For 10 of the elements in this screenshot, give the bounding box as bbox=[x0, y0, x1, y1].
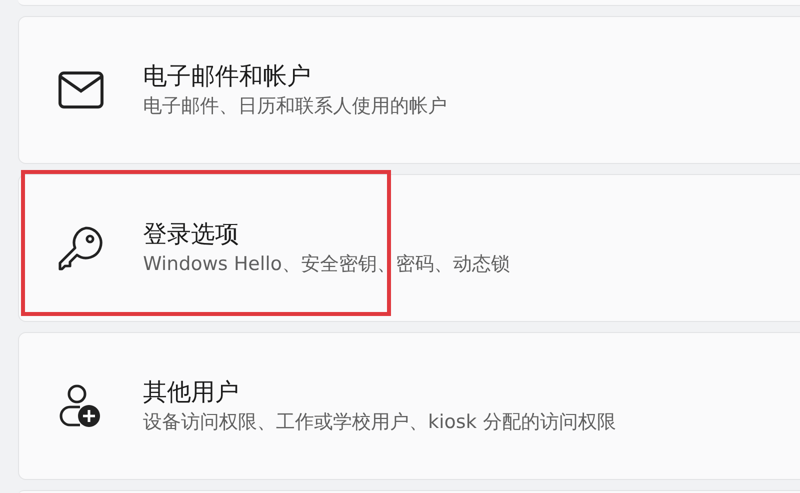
settings-card[interactable]: 其他用户 设备访问权限、工作或学校用户、kiosk 分配的访问权限 bbox=[18, 332, 800, 480]
key-icon bbox=[58, 225, 104, 271]
card-title: 其他用户 bbox=[143, 377, 240, 408]
settings-card[interactable]: 电子邮件和帐户 电子邮件、日历和联系人使用的帐户 bbox=[18, 16, 800, 164]
card-description: 电子邮件、日历和联系人使用的帐户 bbox=[143, 95, 447, 119]
card-description: 设备访问权限、工作或学校用户、kiosk 分配的访问权限 bbox=[143, 411, 616, 435]
card-title: 登录选项 bbox=[143, 219, 240, 250]
mail-icon bbox=[58, 71, 104, 109]
card-title: 电子邮件和帐户 bbox=[143, 61, 312, 92]
card-description: Windows Hello、安全密钥、密码、动态锁 bbox=[143, 253, 510, 277]
